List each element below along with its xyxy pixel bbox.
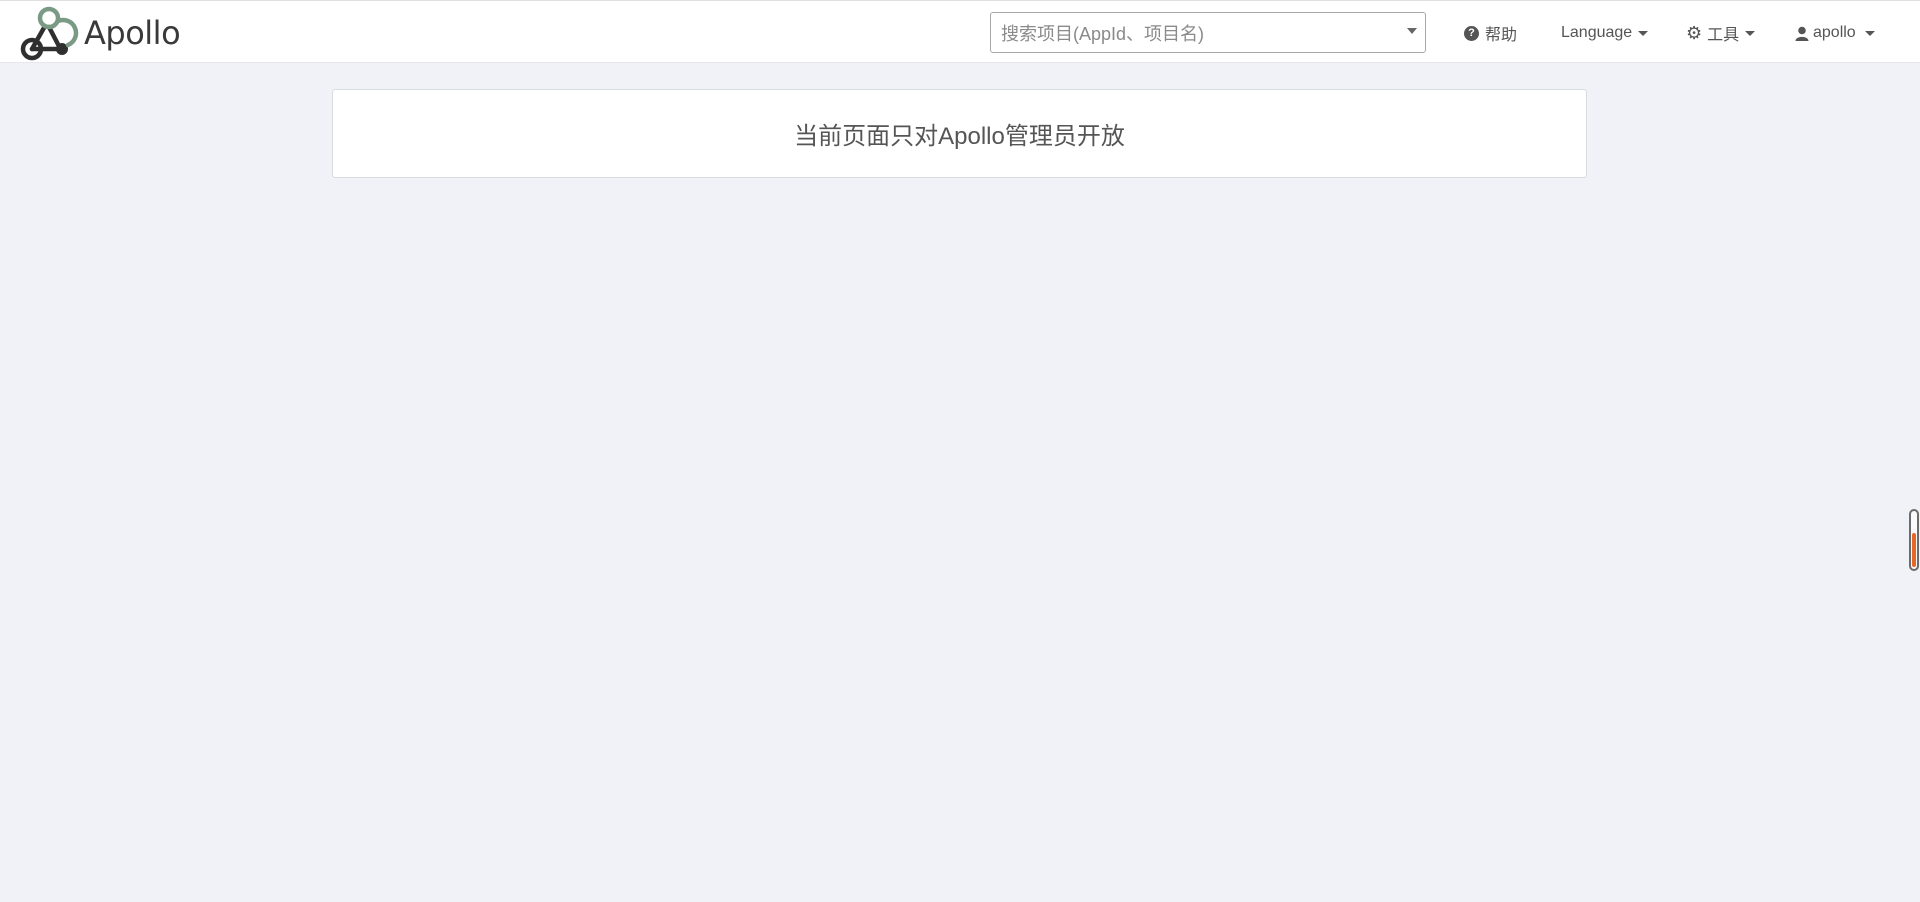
top-navbar: Apollo 搜索项目(AppId、项目名) ? 帮助 Language ⚙ 工… bbox=[0, 0, 1920, 63]
brand-name: Apollo bbox=[84, 14, 181, 52]
scroll-indicator-icon[interactable] bbox=[1909, 509, 1919, 571]
gear-icon: ⚙ bbox=[1686, 23, 1703, 43]
admin-only-message: 当前页面只对Apollo管理员开放 bbox=[794, 123, 1125, 150]
user-icon bbox=[1795, 26, 1809, 41]
nav-user-dropdown[interactable]: apollo bbox=[1795, 21, 1875, 45]
nav-tools-label: 工具 bbox=[1707, 27, 1740, 44]
caret-down-icon bbox=[1638, 30, 1649, 36]
caret-down-icon bbox=[1745, 30, 1756, 36]
nav-help[interactable]: ? 帮助 bbox=[1464, 21, 1517, 45]
nav-language-label: Language bbox=[1561, 24, 1633, 41]
nav-user-label: apollo bbox=[1813, 24, 1856, 41]
nav-tools-dropdown[interactable]: ⚙ 工具 bbox=[1686, 21, 1756, 45]
nav-language-dropdown[interactable]: Language bbox=[1561, 21, 1649, 45]
scroll-indicator-fill bbox=[1912, 533, 1916, 567]
apollo-logo-icon bbox=[20, 6, 79, 61]
search-placeholder: 搜索项目(AppId、项目名) bbox=[1001, 23, 1205, 44]
chevron-down-icon[interactable] bbox=[1407, 28, 1417, 34]
caret-down-icon bbox=[1864, 30, 1875, 36]
question-circle-icon: ? bbox=[1464, 25, 1479, 41]
nav-help-label: 帮助 bbox=[1485, 27, 1518, 44]
brand[interactable]: Apollo bbox=[18, 5, 181, 61]
admin-only-notice-panel: 当前页面只对Apollo管理员开放 bbox=[332, 89, 1587, 178]
project-search-select[interactable]: 搜索项目(AppId、项目名) bbox=[990, 12, 1426, 53]
